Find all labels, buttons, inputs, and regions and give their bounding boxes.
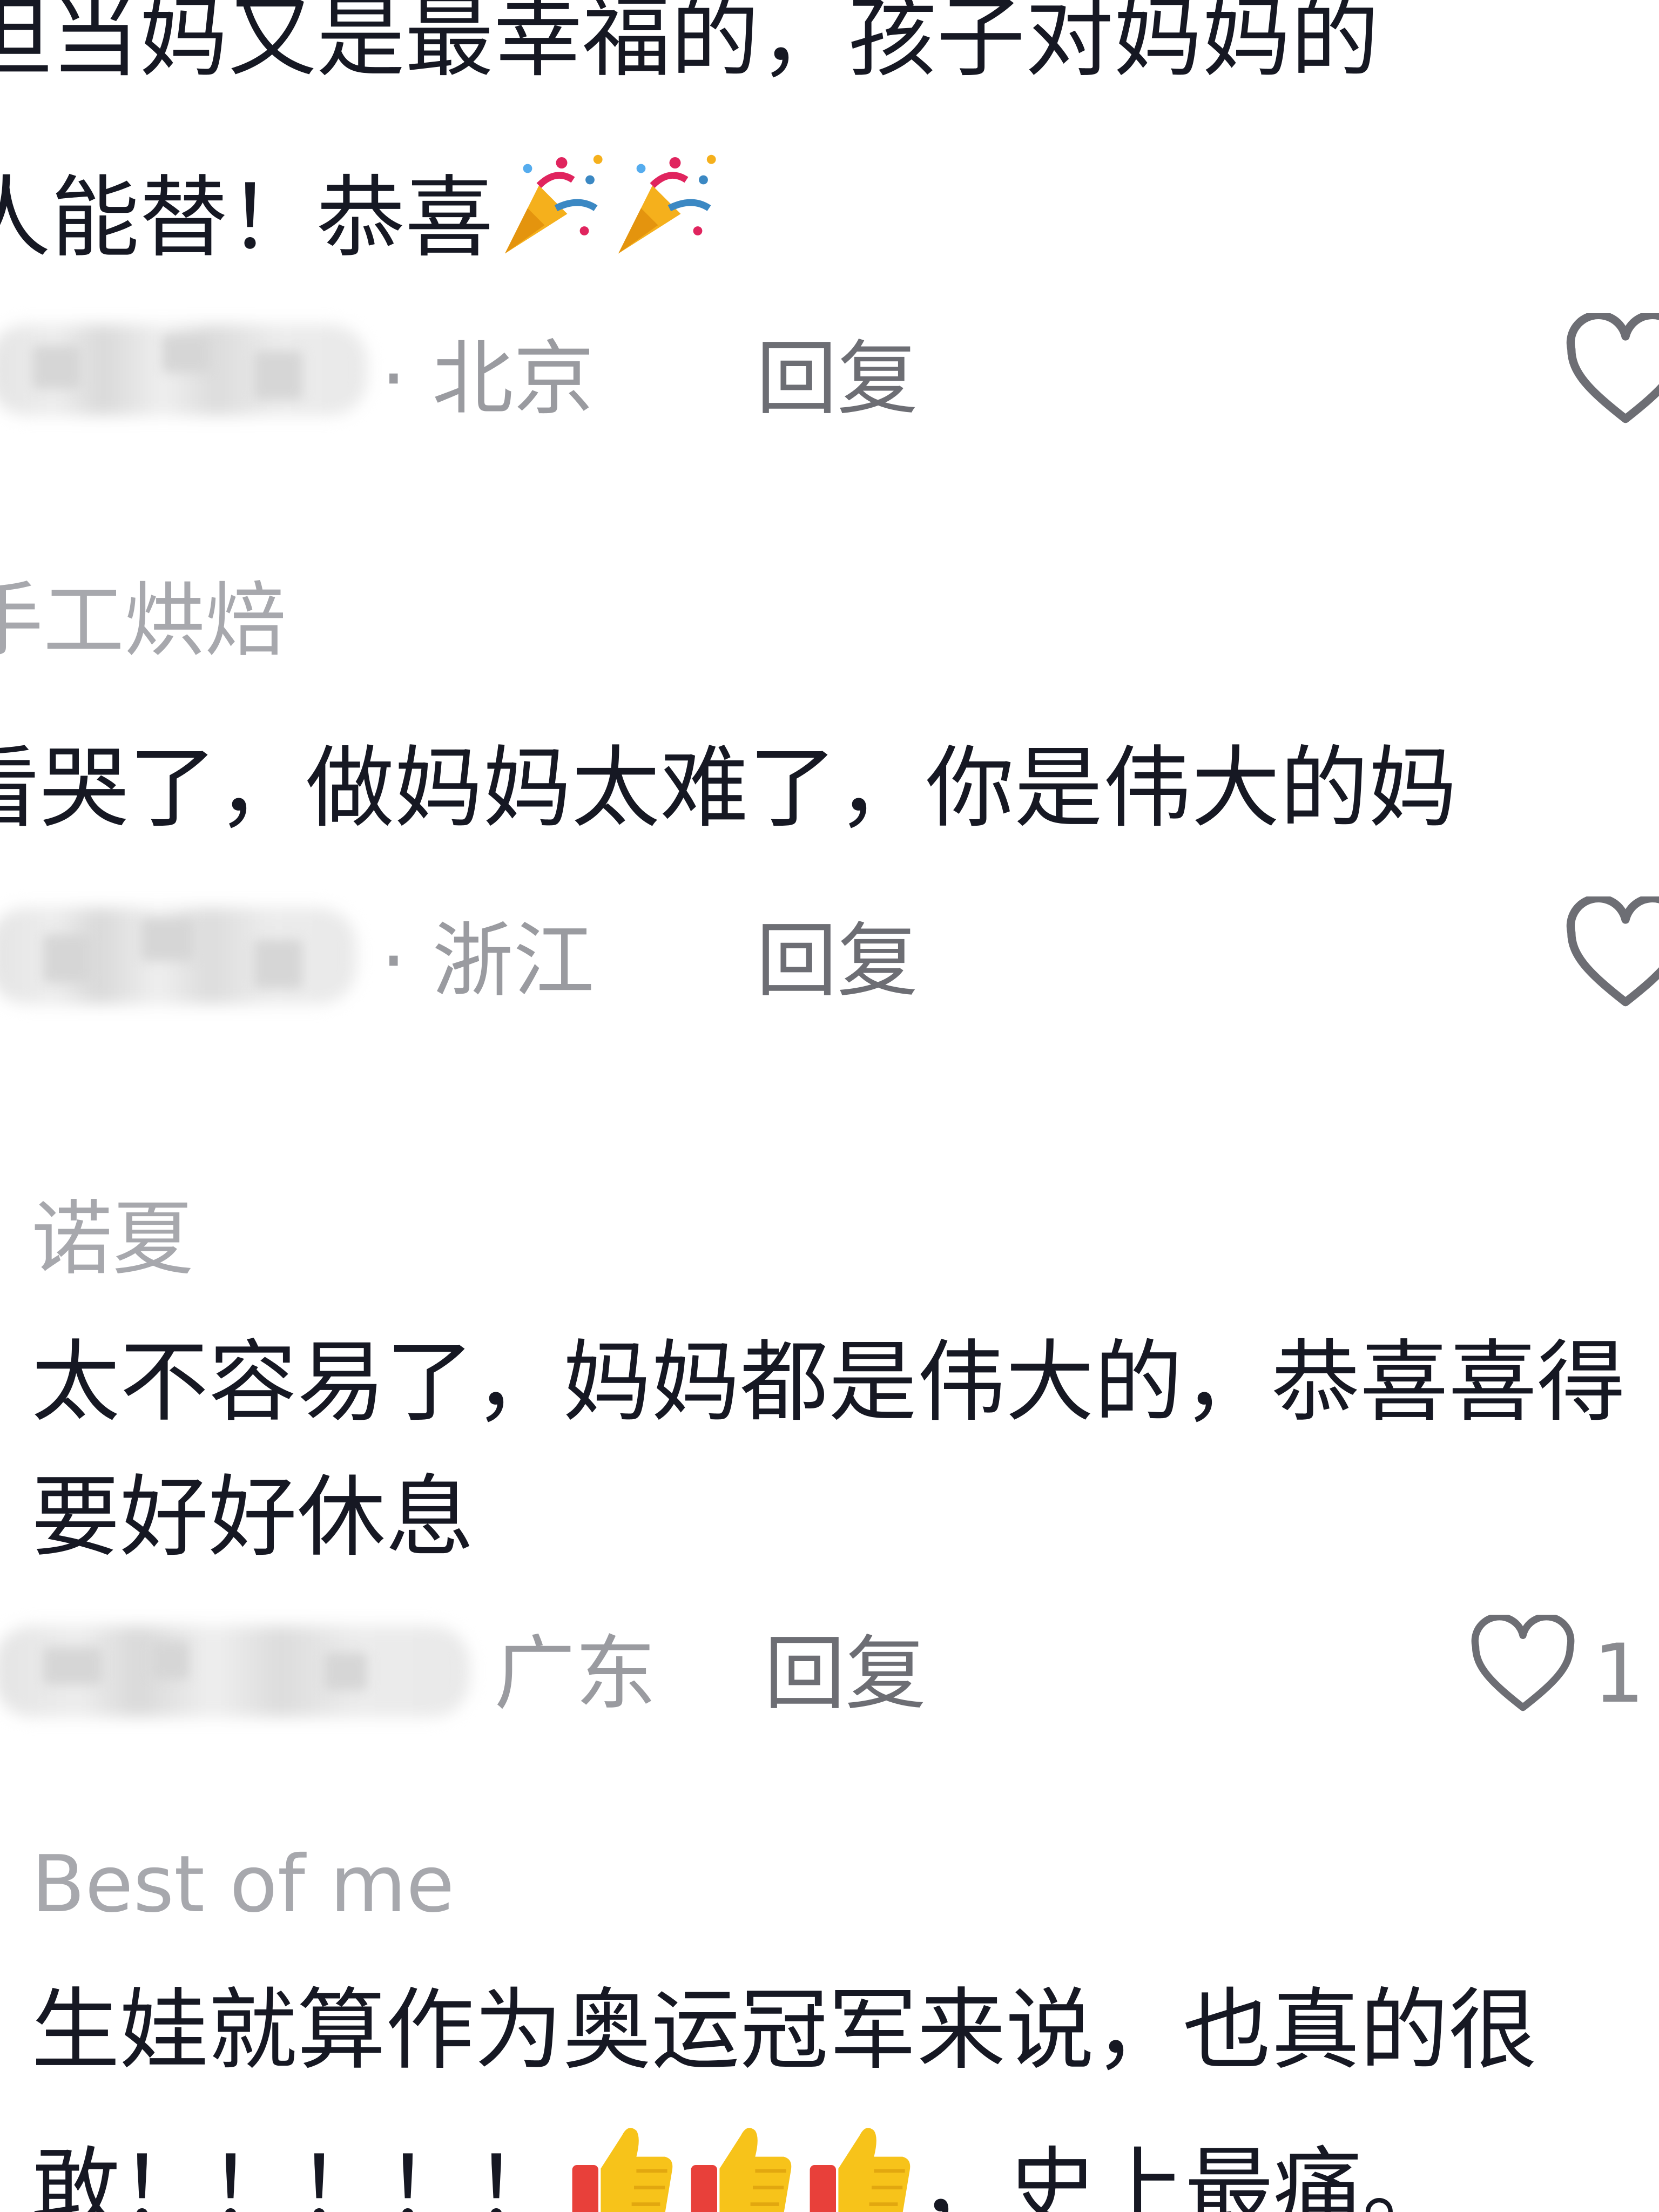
comment-1-reply-button[interactable]: 回复 — [756, 331, 918, 428]
comment-1-location: · 北京 — [381, 332, 595, 426]
comment-3-username[interactable]: 诺夏 — [31, 1191, 193, 1288]
comment-3-location: 广东 — [494, 1627, 657, 1721]
thumbs-up-icon — [800, 2112, 919, 2212]
comment-2-reply-button[interactable]: 回复 — [756, 913, 918, 1010]
comment-3-text-line-2: 要好好休息 — [31, 1466, 475, 1569]
pixel-block — [140, 918, 194, 961]
comment-2-like-heart-icon[interactable] — [1563, 896, 1659, 1010]
pixel-block — [162, 335, 211, 373]
comment-3-text-line-1: 太不容易了，妈妈都是伟大的，恭喜喜得 — [31, 1331, 1626, 1434]
comment-3-like-count: 1 — [1593, 1627, 1645, 1721]
comment-1-text-line-2-text: 人能替！恭喜 — [0, 166, 494, 269]
party-popper-icon — [494, 146, 607, 283]
thumbs-up-icon — [682, 2112, 800, 2212]
pixel-block — [324, 1653, 367, 1690]
comment-1-like-heart-icon[interactable] — [1563, 313, 1659, 427]
pixel-block — [32, 346, 81, 389]
comment-2-username[interactable]: 手工烘焙 — [0, 572, 286, 670]
comment-3-like-heart-icon[interactable] — [1469, 1615, 1577, 1715]
comment-4-text-line-2-start: 敢！！！！！ — [31, 2137, 563, 2212]
comment-4-text-line-2-end: ，史上最痛。 — [919, 2137, 1451, 2212]
comment-4-text-line-1: 生娃就算作为奥运冠军来说，也真的很 — [31, 1979, 1537, 2082]
comment-1-text-line-1: 但当妈又是最幸福的，孩子对妈妈的 — [0, 0, 1380, 89]
pixel-block — [254, 940, 302, 988]
pixel-block — [254, 351, 302, 400]
pixel-block — [151, 1642, 189, 1680]
thumbs-up-icon — [563, 2112, 682, 2212]
pixel-block — [43, 934, 92, 983]
comment-2-text-line-1: 看哭了，做妈妈太难了，你是伟大的妈 — [0, 737, 1458, 840]
comment-3-reply-button[interactable]: 回复 — [764, 1626, 926, 1723]
pixel-block — [43, 1647, 103, 1685]
comment-list: 但当妈又是最幸福的，孩子对妈妈的 人能替！恭喜 · 北京 回复 手工烘焙 看哭了… — [0, 0, 1659, 2212]
party-popper-icon — [607, 146, 720, 283]
comment-4-text-line-2: 敢！！！！！ ，史上最痛。 — [31, 2112, 1451, 2212]
comment-2-location: · 浙江 — [381, 914, 595, 1008]
comment-1-text-line-2: 人能替！恭喜 — [0, 146, 720, 283]
comment-4-username[interactable]: Best of me — [31, 1836, 454, 1933]
